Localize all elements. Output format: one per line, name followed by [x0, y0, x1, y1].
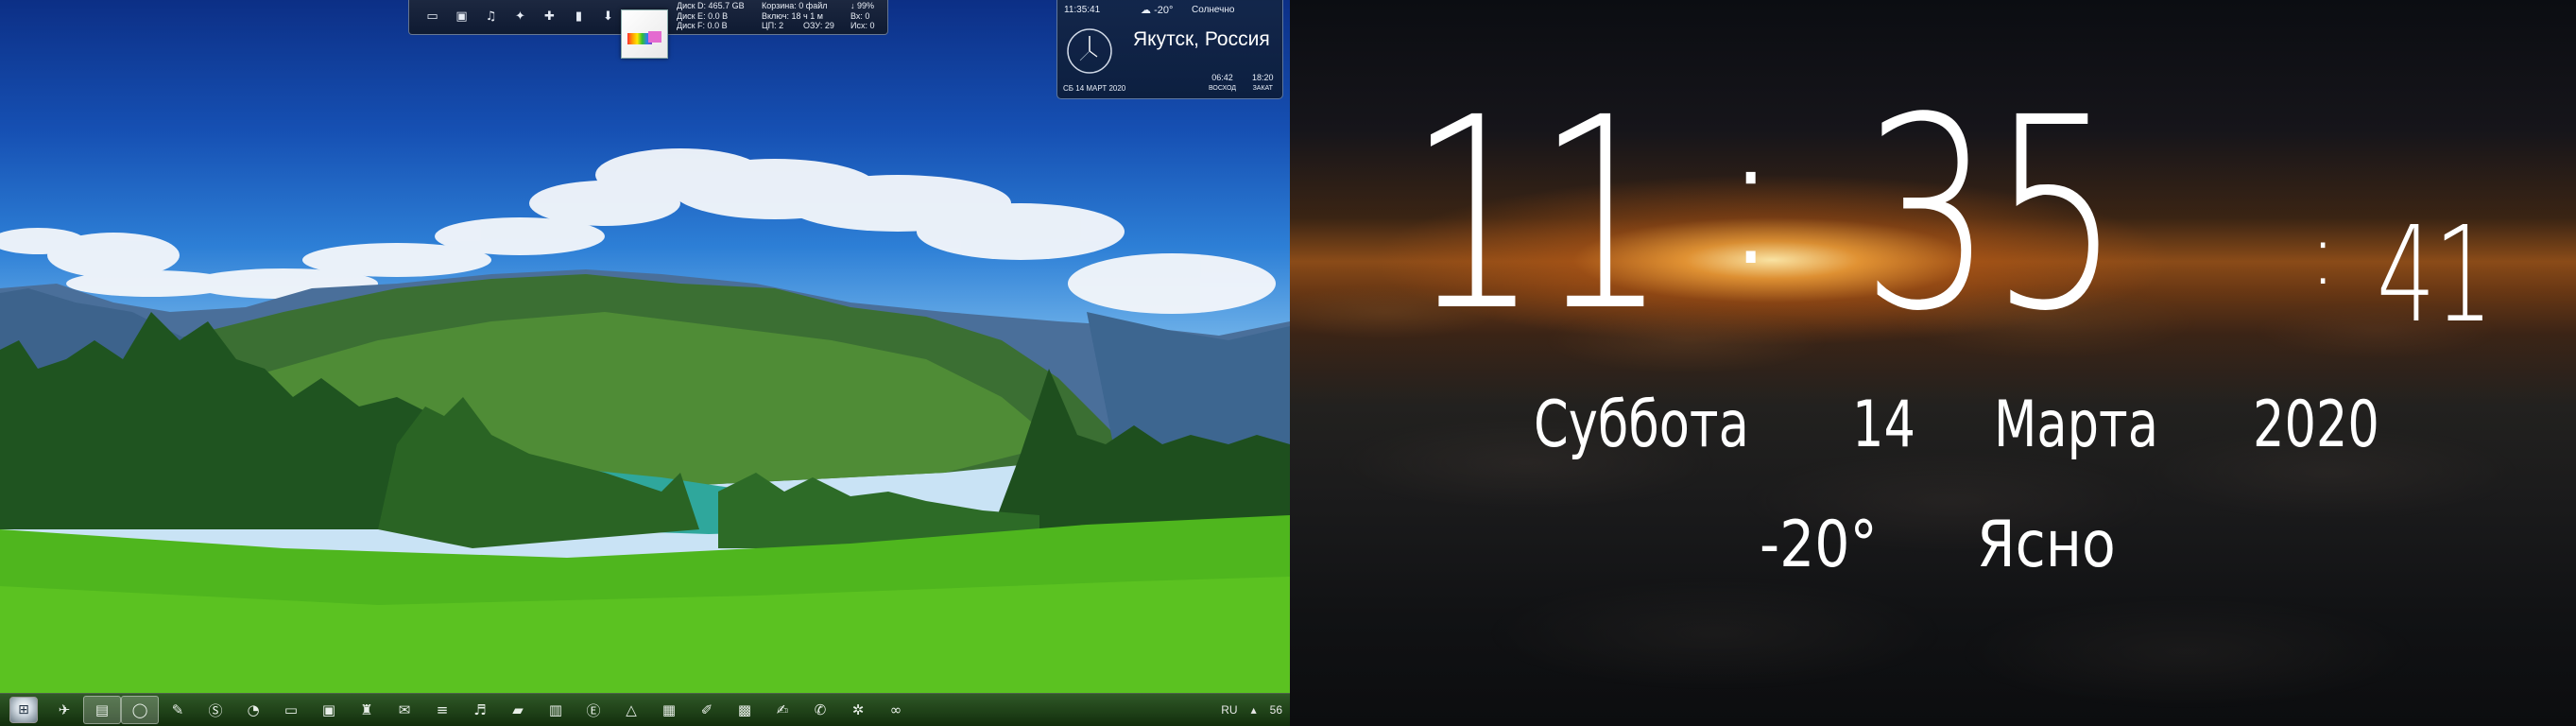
- clock-colon-seconds: :: [2309, 205, 2337, 304]
- widget-date: СБ 14 МАРТ 2020: [1063, 84, 1126, 93]
- widget-temperature: ☁ -20°: [1141, 5, 1174, 16]
- start-button[interactable]: ⊞: [9, 697, 38, 723]
- recycle-bin-thumbnail[interactable]: [621, 9, 668, 59]
- widget-condition: Солнечно: [1192, 5, 1235, 15]
- browser-icon[interactable]: ◯: [121, 696, 159, 724]
- clock-colon: :: [1719, 88, 1782, 308]
- folder-icon[interactable]: ▤: [83, 696, 121, 724]
- sunset-time: 18:20: [1252, 73, 1274, 82]
- sunrise-block: 06:42 ВОСХОД: [1209, 73, 1236, 92]
- condition: Ясно: [1977, 508, 2116, 582]
- word-icon[interactable]: Ⓔ: [575, 696, 612, 724]
- taskbar: ⊞ ✈ ▤ ◯ ✎ Ⓢ ◔ ▭ ▣ ♜ ✉ ≡ ♬ ▰ ▥ Ⓔ △ ▦ ✐ ▩ …: [0, 693, 1290, 726]
- weather-widget[interactable]: 11:35:41 ☁ -20° Солнечно Якутск, Россия …: [1056, 0, 1283, 99]
- pink-graphic: [648, 31, 661, 43]
- recycle-bin-stat: Корзина: 0 файл: [762, 1, 828, 10]
- date-line: Суббота 14 Марта 2020: [1534, 388, 2400, 462]
- tray-expand-icon[interactable]: ▴: [1251, 703, 1257, 717]
- image-icon[interactable]: ▣: [448, 7, 475, 26]
- chat-icon[interactable]: ✆: [801, 696, 839, 724]
- day: 14: [1851, 388, 1915, 462]
- clock-seconds: 41: [2377, 199, 2493, 353]
- sunset-label: ЗАКАТ: [1252, 85, 1273, 92]
- taskbar-icons: ✈ ▤ ◯ ✎ Ⓢ ◔ ▭ ▣ ♜ ✉ ≡ ♬ ▰ ▥ Ⓔ △ ▦ ✐ ▩ ✍ …: [45, 696, 915, 724]
- language-indicator[interactable]: RU: [1221, 703, 1237, 717]
- paint-icon[interactable]: ✎: [159, 696, 197, 724]
- disk-f-stat: Диск F: 0.0 B: [677, 21, 728, 30]
- system-tray: RU ▴ 56: [1221, 694, 1282, 726]
- temperature: -20°: [1760, 508, 1878, 582]
- link-icon[interactable]: ∞: [877, 696, 915, 724]
- widget-city: Якутск, Россия: [1133, 28, 1270, 50]
- outgoing-stat: Исх: 0: [850, 21, 875, 30]
- settings-icon[interactable]: ✲: [839, 696, 877, 724]
- download-icon[interactable]: ⬇: [594, 7, 622, 26]
- analog-clock-icon: [1067, 28, 1112, 74]
- sunrise-time: 06:42: [1211, 73, 1233, 82]
- thumbs-up-icon[interactable]: ✚: [536, 7, 563, 26]
- right-monitor-clock-screen: 11 : 35 : 41 Суббота 14 Марта 2020 -20° …: [1290, 0, 2576, 726]
- vector-icon[interactable]: △: [612, 696, 650, 724]
- sunset-block: 18:20 ЗАКАТ: [1252, 73, 1274, 92]
- save-icon[interactable]: ▣: [310, 696, 348, 724]
- ram-stat: ОЗУ: 29: [803, 21, 834, 30]
- tray-value[interactable]: 56: [1270, 703, 1282, 717]
- uptime-stat: Включ: 18 ч 1 м: [762, 10, 823, 21]
- notes-icon[interactable]: ≡: [423, 696, 461, 724]
- sunrise-label: ВОСХОД: [1209, 85, 1237, 92]
- clock-minutes: 35: [1862, 61, 2121, 370]
- mail-icon[interactable]: ✉: [386, 696, 423, 724]
- file-icon[interactable]: ▮: [565, 7, 592, 26]
- system-stats: Диск D: 465.7 GB Корзина: 0 файл ↓ 99% Д…: [677, 1, 888, 31]
- puzzle-icon[interactable]: ✦: [507, 7, 534, 26]
- document-icon[interactable]: ▦: [650, 696, 688, 724]
- weather-sun-icon: ☁: [1141, 5, 1151, 16]
- battery-stat: ↓ 99%: [850, 1, 875, 10]
- airplane-icon[interactable]: ✈: [45, 696, 83, 724]
- tool-icon[interactable]: ♜: [348, 696, 386, 724]
- skype-icon[interactable]: Ⓢ: [197, 696, 234, 724]
- monitor-icon[interactable]: ▭: [419, 7, 446, 26]
- weather-line: -20° Ясно: [1760, 508, 2138, 582]
- headphones-icon[interactable]: ♬: [461, 696, 499, 724]
- book-icon[interactable]: ▥: [537, 696, 575, 724]
- disk-e-stat: Диск E: 0.0 B: [677, 10, 729, 21]
- cpu-stat: ЦП: 2: [762, 21, 784, 30]
- widget-time: 11:35:41: [1064, 5, 1101, 15]
- wallpaper-landscape: [0, 148, 1290, 726]
- calculator-icon[interactable]: ▩: [726, 696, 764, 724]
- month: Марта: [1993, 388, 2158, 462]
- window-icon[interactable]: ▭: [272, 696, 310, 724]
- folder-open-icon[interactable]: ▰: [499, 696, 537, 724]
- disk-d-stat: Диск D: 465.7 GB: [677, 1, 745, 10]
- left-monitor-desktop: ▭ ▣ ♫ ✦ ✚ ▮ ⬇ Диск D: 465.7 GB Корзина: …: [0, 0, 1290, 726]
- pen-icon[interactable]: ✐: [688, 696, 726, 724]
- incoming-stat: Вх: 0: [850, 10, 870, 21]
- clock-hours: 11: [1408, 61, 1668, 370]
- music-icon[interactable]: ♫: [477, 7, 505, 26]
- edit-icon[interactable]: ✍: [764, 696, 801, 724]
- clock-icon[interactable]: ◔: [234, 696, 272, 724]
- weekday: Суббота: [1534, 388, 1749, 462]
- year: 2020: [2252, 388, 2379, 462]
- dock-icons: ▭ ▣ ♫ ✦ ✚ ▮ ⬇: [419, 7, 622, 26]
